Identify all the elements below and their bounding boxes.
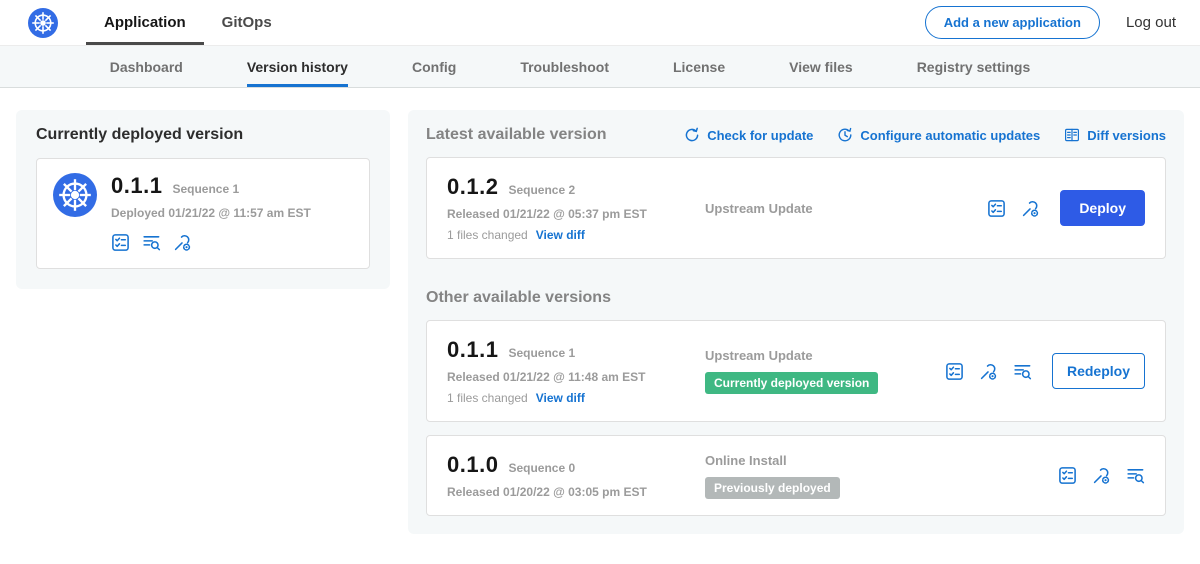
configure-updates-link[interactable]: Configure automatic updates: [837, 127, 1040, 143]
tab-application[interactable]: Application: [86, 0, 204, 45]
release-notes-icon[interactable]: [987, 199, 1006, 218]
view-logs-icon[interactable]: [142, 233, 161, 252]
files-changed: 1 files changed: [447, 391, 528, 405]
latest-version-number: 0.1.2: [447, 174, 498, 200]
version-number: 0.1.0: [447, 452, 498, 478]
version-card-0-1-1: 0.1.1 Sequence 1 Released 01/21/22 @ 11:…: [426, 320, 1166, 422]
app-subnav: Dashboard Version history Config Trouble…: [0, 46, 1200, 88]
deployed-version-info: 0.1.1 Sequence 1 Deployed 01/21/22 @ 11:…: [111, 173, 311, 252]
subnav-troubleshoot[interactable]: Troubleshoot: [520, 46, 609, 87]
subnav-license[interactable]: License: [673, 46, 725, 87]
config-icon[interactable]: [979, 362, 998, 381]
latest-actions: Deploy: [987, 190, 1145, 226]
navbar-right: Add a new application Log out: [925, 6, 1176, 39]
release-notes-icon[interactable]: [111, 233, 130, 252]
app-logo-icon: [53, 173, 97, 217]
available-header: Latest available version Check for updat…: [426, 126, 1166, 144]
view-logs-icon[interactable]: [1126, 466, 1145, 485]
config-icon[interactable]: [1021, 199, 1040, 218]
other-versions-title: Other available versions: [426, 289, 1166, 307]
diff-versions-link[interactable]: Diff versions: [1064, 127, 1166, 143]
configure-updates-label: Configure automatic updates: [860, 128, 1040, 143]
kubernetes-logo: [28, 8, 58, 38]
release-notes-icon[interactable]: [1058, 466, 1077, 485]
tab-gitops[interactable]: GitOps: [204, 0, 290, 45]
latest-source-label: Upstream Update: [705, 201, 987, 216]
latest-view-diff-link[interactable]: View diff: [536, 228, 585, 242]
top-navbar: Application GitOps Add a new application…: [0, 0, 1200, 46]
view-logs-icon[interactable]: [1013, 362, 1032, 381]
deployed-sequence: Sequence 1: [172, 182, 239, 196]
deploy-button[interactable]: Deploy: [1060, 190, 1145, 226]
refresh-icon: [684, 127, 700, 143]
diff-icon: [1064, 127, 1080, 143]
latest-released-date: Released 01/21/22 @ 05:37 pm EST: [447, 207, 705, 221]
view-diff-link[interactable]: View diff: [536, 391, 585, 405]
redeploy-button[interactable]: Redeploy: [1052, 353, 1145, 389]
subnav-config[interactable]: Config: [412, 46, 456, 87]
subnav-version-history[interactable]: Version history: [247, 46, 348, 87]
version-history-page: Currently deployed version 0.1.1 Sequenc…: [0, 88, 1200, 556]
deployed-version-number: 0.1.1: [111, 173, 162, 199]
version-actions: [1058, 466, 1145, 485]
latest-sequence: Sequence 2: [508, 183, 575, 197]
latest-version-info: 0.1.2 Sequence 2 Released 01/21/22 @ 05:…: [447, 174, 705, 242]
release-notes-icon[interactable]: [945, 362, 964, 381]
source-label: Online Install: [705, 453, 1058, 468]
config-icon[interactable]: [1092, 466, 1111, 485]
subnav-registry-settings[interactable]: Registry settings: [917, 46, 1031, 87]
version-sequence: Sequence 0: [508, 461, 575, 475]
version-card-0-1-0: 0.1.0 Sequence 0 Released 01/20/22 @ 03:…: [426, 435, 1166, 516]
available-versions-panel: Latest available version Check for updat…: [408, 110, 1184, 534]
add-application-button[interactable]: Add a new application: [925, 6, 1100, 39]
version-source: Upstream Update Currently deployed versi…: [705, 348, 945, 394]
latest-files-changed: 1 files changed: [447, 228, 528, 242]
check-for-update-link[interactable]: Check for update: [684, 127, 813, 143]
source-label: Upstream Update: [705, 348, 945, 363]
deployed-version-card: 0.1.1 Sequence 1 Deployed 01/21/22 @ 11:…: [36, 158, 370, 269]
latest-source: Upstream Update: [705, 201, 987, 216]
version-number: 0.1.1: [447, 337, 498, 363]
released-date: Released 01/21/22 @ 11:48 am EST: [447, 370, 705, 384]
diff-versions-label: Diff versions: [1087, 128, 1166, 143]
version-card-latest: 0.1.2 Sequence 2 Released 01/21/22 @ 05:…: [426, 157, 1166, 259]
config-icon[interactable]: [173, 233, 192, 252]
logout-link[interactable]: Log out: [1126, 14, 1176, 31]
version-info: 0.1.0 Sequence 0 Released 01/20/22 @ 03:…: [447, 452, 705, 499]
previously-deployed-badge: Previously deployed: [705, 477, 840, 499]
version-source: Online Install Previously deployed: [705, 453, 1058, 499]
version-actions: Redeploy: [945, 353, 1145, 389]
check-for-update-label: Check for update: [707, 128, 813, 143]
currently-deployed-badge: Currently deployed version: [705, 372, 878, 394]
version-info: 0.1.1 Sequence 1 Released 01/21/22 @ 11:…: [447, 337, 705, 405]
currently-deployed-panel: Currently deployed version 0.1.1 Sequenc…: [16, 110, 390, 289]
subnav-dashboard[interactable]: Dashboard: [110, 46, 183, 87]
main-tabs: Application GitOps: [86, 0, 290, 45]
deployed-timestamp: Deployed 01/21/22 @ 11:57 am EST: [111, 206, 311, 220]
clock-icon: [837, 127, 853, 143]
released-date: Released 01/20/22 @ 03:05 pm EST: [447, 485, 705, 499]
header-actions: Check for update Configure automatic upd…: [684, 127, 1166, 143]
version-sequence: Sequence 1: [508, 346, 575, 360]
latest-available-title: Latest available version: [426, 126, 607, 144]
subnav-view-files[interactable]: View files: [789, 46, 853, 87]
deployed-panel-title: Currently deployed version: [36, 126, 370, 144]
deployed-actions: [111, 233, 311, 252]
